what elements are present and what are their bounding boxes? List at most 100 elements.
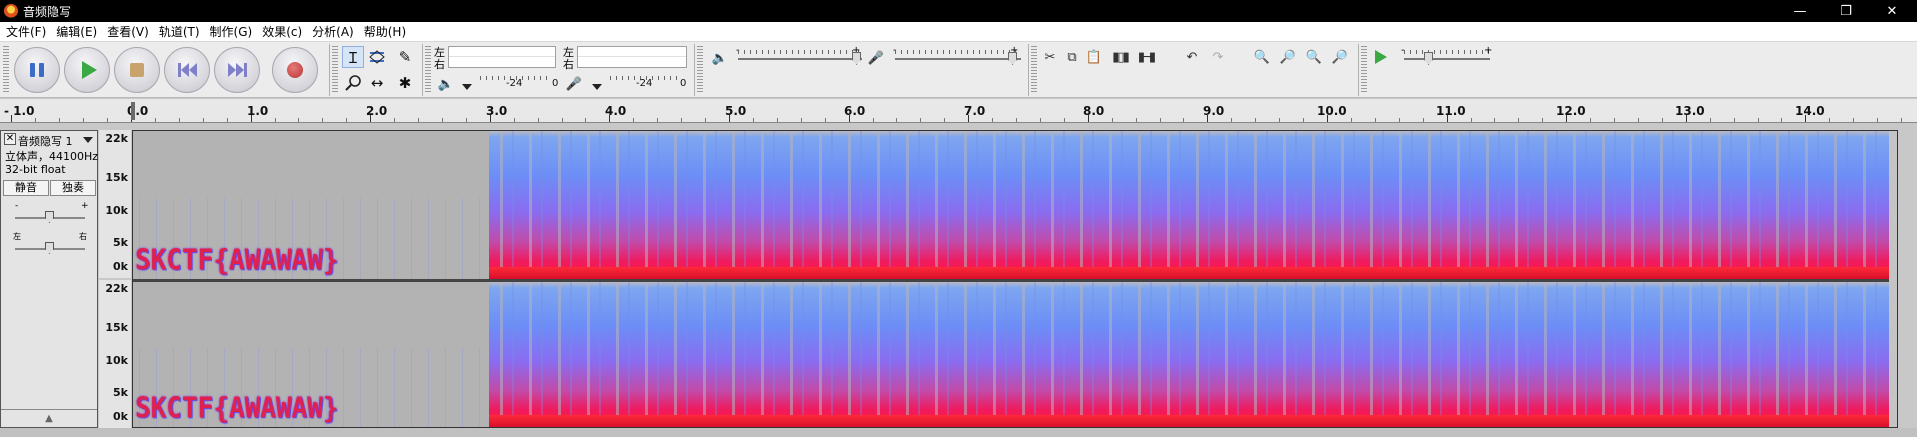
ruler-tick [514,118,515,122]
stop-button[interactable] [114,47,160,93]
ruler-tick [705,118,706,122]
play-speed-thumb[interactable] [1424,52,1433,65]
toolbar-grip[interactable] [332,46,338,94]
ruler-tick [1710,118,1711,122]
ruler-tick [275,118,276,122]
track-close-button[interactable]: ✕ [4,133,16,145]
ruler-tick [1183,118,1184,122]
play-speed-slider[interactable] [1404,58,1490,60]
pan-slider-thumb[interactable] [45,242,54,254]
horizontal-scroll-area[interactable] [0,428,1917,437]
close-button[interactable]: ✕ [1869,0,1915,22]
ruler-tick [1016,118,1017,122]
rec-volume-slider-ticks [895,50,1021,54]
ruler-tick [1279,118,1280,122]
skip-to-start-icon [177,63,197,77]
ruler-tick [944,118,945,122]
zoom-tool[interactable] [342,72,364,94]
playback-meter[interactable] [448,46,556,68]
playback-volume-slider[interactable] [738,58,862,60]
maximize-button[interactable]: ❐ [1823,0,1869,22]
frequency-axis-right[interactable]: 22k 15k 10k 5k 0k [99,280,131,428]
play-at-speed-button[interactable] [1370,47,1390,67]
ruler-label: 3.0 [486,104,508,118]
menu-effect[interactable]: 效果(c) [258,23,308,40]
spectrogram-view[interactable]: SKCTF{AWAWAW} SKCTF{AWAWAW} [132,130,1898,428]
draw-tool[interactable]: ✎ [394,46,416,68]
record-volume-slider[interactable] [895,58,1021,60]
ruler-tick [753,118,754,122]
pencil-icon: ✎ [398,48,412,66]
skip-to-end-button[interactable] [214,47,260,93]
fit-project-icon: 🔎 [1331,49,1349,65]
spectrogram-channel-left[interactable]: SKCTF{AWAWAW} [133,131,1897,279]
ruler-tick [896,118,897,122]
track-collapse-button[interactable]: ▲ [1,409,97,427]
trim-audio-button[interactable]: ✂ [1040,47,1060,67]
zoom-out-button[interactable]: 🔎 [1278,47,1298,67]
frequency-axis-left[interactable]: 22k 15k 10k 5k 0k [99,130,131,278]
pause-button[interactable] [14,47,60,93]
spectrogram-channel-right[interactable]: SKCTF{AWAWAW} [133,282,1897,427]
mute-button[interactable]: 静音 [3,180,49,196]
speed-max-label: + [1484,45,1493,56]
playback-meter-dropdown[interactable] [462,84,472,90]
track-name-menu[interactable]: 音频隐写 1 [18,133,73,149]
playback-scale-b: 0 [552,78,559,89]
record-meter[interactable] [577,46,687,68]
ruler-tick [1136,118,1137,122]
ruler-label: 14.0 [1795,104,1825,118]
menu-edit[interactable]: 编辑(E) [52,23,103,40]
timeline-ruler[interactable]: - 1.0 0.0 1.0 2.0 3.0 4.0 5.0 6.0 7.0 8.… [0,99,1917,123]
record-button[interactable] [272,47,318,93]
toolbar-grip[interactable] [425,46,431,94]
toolbar-grip[interactable] [697,46,703,94]
toolbar-grip[interactable] [3,46,9,94]
paste-button[interactable]: 📋 [1084,47,1104,67]
ruler-label: 11.0 [1436,104,1466,118]
solo-button[interactable]: 独奏 [50,180,96,196]
menu-view[interactable]: 查看(V) [103,23,155,40]
menu-analyze[interactable]: 分析(A) [308,23,360,40]
skip-to-start-button[interactable] [164,47,210,93]
redo-button[interactable]: ↷ [1208,47,1228,67]
ruler-label: 12.0 [1556,104,1586,118]
envelope-tool[interactable] [366,46,388,68]
pan-right-label: 右 [79,232,87,241]
silence-button[interactable]: ▮─▮ [1136,47,1156,67]
track-menu-dropdown[interactable] [83,137,93,143]
ruler-tick [562,118,563,122]
vertical-scrollbar[interactable] [1889,131,1897,427]
record-meter-dropdown[interactable] [592,84,602,90]
minimize-button[interactable]: — [1777,0,1823,22]
fit-project-button[interactable]: 🔎 [1330,47,1350,67]
menu-generate[interactable]: 制作(G) [206,23,259,40]
playback-volume-thumb[interactable] [852,52,861,65]
menu-tracks[interactable]: 轨道(T) [155,23,206,40]
multi-tool[interactable]: ✱ [394,72,416,94]
hidden-spectrogram-message: SKCTF{AWAWAW} [135,244,339,277]
toolbar-grip[interactable] [1361,46,1367,94]
undo-button[interactable]: ↶ [1182,47,1202,67]
fit-selection-button[interactable]: 🔍 [1304,47,1324,67]
zoom-in-icon: 🔍 [1253,49,1271,65]
freq-label: 22k [105,132,128,145]
record-volume-thumb[interactable] [1008,52,1017,65]
copy-button[interactable]: ⧉ [1062,47,1082,67]
menu-help[interactable]: 帮助(H) [360,23,412,40]
selection-tool[interactable]: Ｉ [342,46,364,68]
record-scale-a: -24 [636,78,653,89]
playhead-marker[interactable] [131,102,135,120]
ruler-tick [538,118,539,122]
toolbar-grip[interactable] [1031,46,1037,94]
play-button[interactable] [64,47,110,93]
time-shift-tool[interactable]: ↔ [366,72,388,94]
ruler-tick [1877,118,1878,122]
ruler-tick [992,118,993,122]
gain-slider-thumb[interactable] [45,211,54,223]
menu-file[interactable]: 文件(F) [2,23,52,40]
ruler-tick [657,118,658,122]
ruler-tick [1662,118,1663,122]
trim-outside-button[interactable]: ▮▯▮ [1110,47,1130,67]
zoom-in-button[interactable]: 🔍 [1252,47,1272,67]
